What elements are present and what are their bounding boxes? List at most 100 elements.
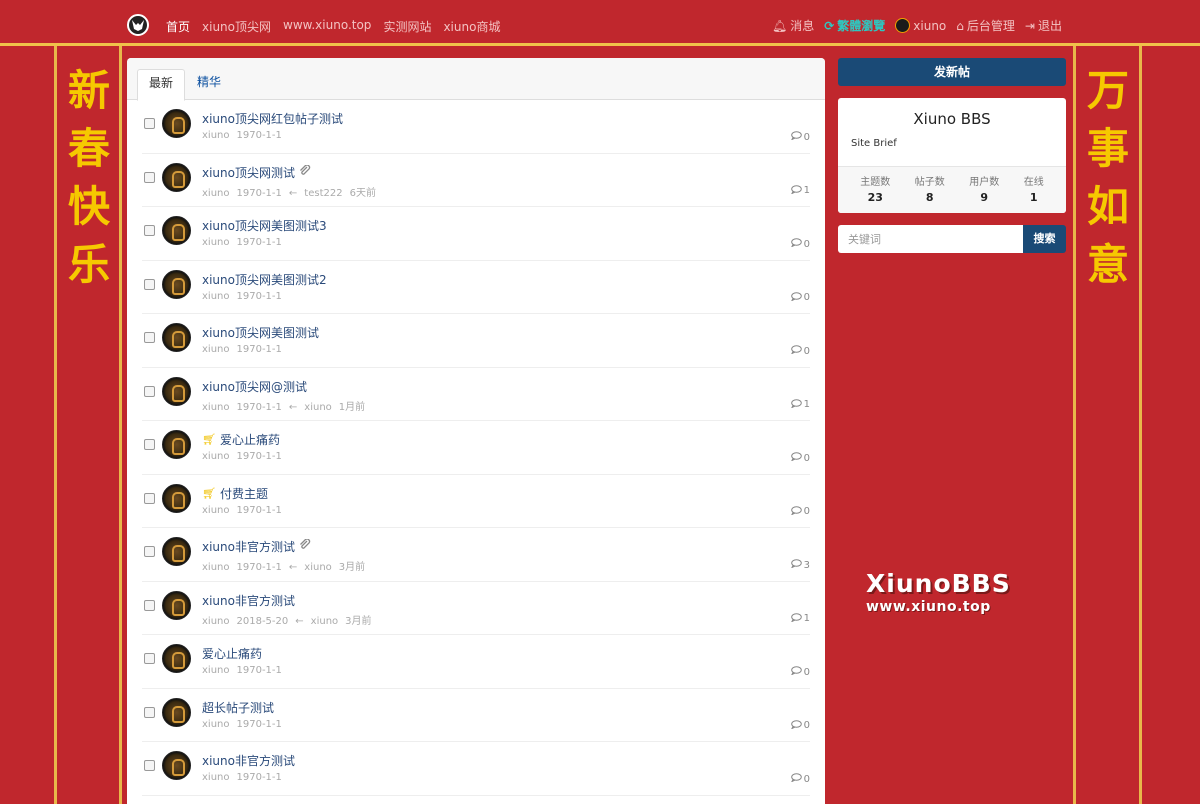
top-navbar: 首页 xiuno顶尖网 www.xiuno.top 实测网站 xiuno商城 🔔︎ 消息… [0, 0, 1200, 46]
thread-subject[interactable]: 超长帖子测试 [202, 699, 274, 716]
thread-title[interactable]: xiuno非官方测试 [202, 592, 295, 609]
sidebar: 发新帖 Xiuno BBS Site Brief 主题数 23 帖子数 8 用户数 9 在线… [838, 58, 1066, 253]
logout-link[interactable]: ⇥ 退出 [1025, 17, 1062, 34]
thread-checkbox[interactable] [144, 332, 155, 343]
thread-title[interactable]: xiuno非官方测试 [202, 538, 295, 555]
thread-checkbox[interactable] [144, 118, 155, 129]
tab-latest[interactable]: 最新 [137, 69, 186, 101]
home-icon: ⌂ [956, 18, 964, 33]
thread-meta-item: xiuno [202, 290, 230, 302]
thread-title[interactable]: xiuno顶尖网@测试 [202, 378, 307, 395]
thread-title[interactable]: 爱心止痛药 [220, 431, 280, 448]
thread-subject[interactable]: xiuno顶尖网@测试 [202, 378, 307, 395]
watermark-url: www.xiuno.top [866, 599, 991, 615]
thread-row[interactable]: xiuno顶尖网红包帖子测试 xiuno 1970-1-1 0 [142, 100, 810, 154]
thread-avatar[interactable] [162, 697, 191, 727]
thread-title[interactable]: xiuno顶尖网测试 [202, 164, 295, 181]
thread-meta-item: ← [295, 615, 304, 627]
thread-checkbox[interactable] [144, 171, 155, 183]
thread-title[interactable]: 付费主题 [220, 485, 268, 502]
thread-subject[interactable]: xiuno非官方测试 [202, 752, 295, 769]
thread-row[interactable]: xiuno顶尖网@测试 xiuno 1970-1-1 ← xiuno 1月前 1 [142, 368, 810, 421]
thread-row[interactable]: 🛒︎ 爱心止痛药 xiuno 1970-1-1 0 [142, 421, 810, 475]
thread-subject[interactable]: xiuno顶尖网美图测试 [202, 324, 319, 341]
thread-avatar[interactable] [162, 162, 191, 192]
nav-link[interactable]: 首页 [166, 18, 190, 35]
nav-link[interactable]: www.xiuno.top [283, 18, 371, 35]
tab-featured[interactable]: 精华 [186, 69, 232, 101]
thread-checkbox[interactable] [144, 760, 155, 771]
thread-avatar[interactable] [162, 430, 191, 459]
thread-row[interactable]: 超长帖子测试 xiuno 1970-1-1 0 [142, 689, 810, 742]
thread-avatar[interactable] [162, 644, 191, 673]
search-button[interactable]: 搜索 [1023, 225, 1066, 253]
new-thread-button[interactable]: 发新帖 [838, 58, 1066, 86]
nav-link[interactable]: 实测网站 [383, 18, 431, 35]
reply-count-value: 1 [803, 399, 810, 410]
thread-checkbox[interactable] [144, 492, 155, 504]
thread-avatar[interactable] [162, 590, 191, 620]
couplet-character: 万 [1086, 66, 1129, 115]
thread-checkbox[interactable] [144, 599, 155, 611]
thread-checkbox[interactable] [144, 439, 155, 450]
site-logo-icon[interactable] [127, 14, 149, 36]
thread-subject[interactable]: 🛒︎ 爱心止痛药 [202, 431, 280, 448]
traditional-chinese-toggle[interactable]: ⟳ 繁體瀏覽 [824, 17, 885, 34]
thread-checkbox[interactable] [144, 385, 155, 397]
thread-row[interactable]: xiuno非官方测试 xiuno 2018-5-20 ← xiuno 3月前 1 [142, 582, 810, 635]
thread-row[interactable]: 🛒︎ 付费主题 xiuno 1970-1-1 0 [142, 475, 810, 528]
thread-row[interactable]: xiuno顶尖网美图测试3 xiuno 1970-1-1 0 [142, 207, 810, 261]
thread-checkbox[interactable] [144, 278, 155, 290]
thread-avatar[interactable] [162, 483, 191, 513]
thread-subject[interactable]: xiuno顶尖网美图测试2 [202, 271, 327, 288]
reply-count-value: 0 [803, 666, 810, 678]
thread-avatar[interactable] [162, 109, 191, 138]
thread-meta-item: 1970-1-1 [236, 772, 282, 783]
thread-meta-item: 2018-5-20 [236, 615, 289, 627]
thread-row[interactable]: xiuno顶尖网美图测试2 xiuno 1970-1-1 0 [142, 261, 810, 314]
reply-count-value: 1 [803, 613, 810, 624]
nav-link[interactable]: xiuno商城 [443, 18, 500, 35]
thread-title[interactable]: xiuno非官方测试 [202, 752, 295, 769]
thread-title[interactable]: xiuno顶尖网美图测试2 [202, 271, 327, 288]
thread-title[interactable]: xiuno顶尖网美图测试 [202, 324, 319, 341]
refresh-icon: ⟳ [824, 18, 835, 33]
user-profile-link[interactable]: xiuno [895, 18, 946, 33]
thread-checkbox[interactable] [144, 546, 155, 557]
thread-meta-item: 1970-1-1 [236, 665, 282, 676]
thread-row[interactable]: xiuno非官方测试 xiuno 1970-1-1 0 [142, 742, 810, 796]
thread-row[interactable]: xiuno非官方测试 xiuno 1970-1-1 ← xiuno 3月前 3 [142, 528, 810, 582]
thread-checkbox[interactable] [144, 653, 155, 664]
admin-link[interactable]: ⌂ 后台管理 [956, 17, 1015, 34]
thread-checkbox[interactable] [144, 706, 155, 718]
thread-avatar[interactable] [162, 269, 191, 299]
thread-avatar[interactable] [162, 216, 191, 245]
messages-link[interactable]: 🔔︎ 消息 [772, 17, 814, 34]
thread-title[interactable]: 爱心止痛药 [202, 645, 262, 662]
thread-title[interactable]: xiuno顶尖网美图测试3 [202, 217, 327, 234]
thread-title[interactable]: xiuno顶尖网红包帖子测试 [202, 110, 343, 127]
thread-subject[interactable]: xiuno顶尖网测试 [202, 163, 311, 181]
nav-link[interactable]: xiuno顶尖网 [202, 18, 271, 35]
thread-subject[interactable]: xiuno顶尖网红包帖子测试 [202, 110, 343, 127]
thread-checkbox[interactable] [144, 225, 155, 236]
thread-subject[interactable]: 爱心止痛药 [202, 645, 262, 662]
thread-subject[interactable]: 🛒︎ 付费主题 [202, 485, 268, 502]
reply-count: 0 [790, 773, 810, 785]
thread-meta: xiuno 1970-1-1 [202, 344, 289, 355]
thread-row[interactable]: 爱心止痛药 xiuno 1970-1-1 0 [142, 635, 810, 689]
thread-title[interactable]: 超长帖子测试 [202, 699, 274, 716]
thread-row[interactable]: xiuno顶尖网美图测试 xiuno 1970-1-1 0 [142, 314, 810, 368]
search-input[interactable] [838, 225, 1023, 253]
stat-label: 主题数 [860, 177, 891, 188]
thread-row[interactable]: xiuno顶尖网测试 xiuno 1970-1-1 ← test222 6天前 1 [142, 154, 810, 207]
thread-avatar[interactable] [162, 323, 191, 352]
user-nav: 🔔︎ 消息 ⟳ 繁體瀏覽 xiuno ⌂ 后台管理 ⇥ 退出 [772, 17, 1062, 34]
thread-avatar[interactable] [162, 376, 191, 406]
thread-avatar[interactable] [162, 751, 191, 780]
thread-subject[interactable]: xiuno非官方测试 [202, 538, 311, 555]
thread-subject[interactable]: xiuno顶尖网美图测试3 [202, 217, 327, 234]
comment-icon [790, 612, 802, 625]
thread-avatar[interactable] [162, 537, 191, 566]
thread-subject[interactable]: xiuno非官方测试 [202, 592, 295, 609]
